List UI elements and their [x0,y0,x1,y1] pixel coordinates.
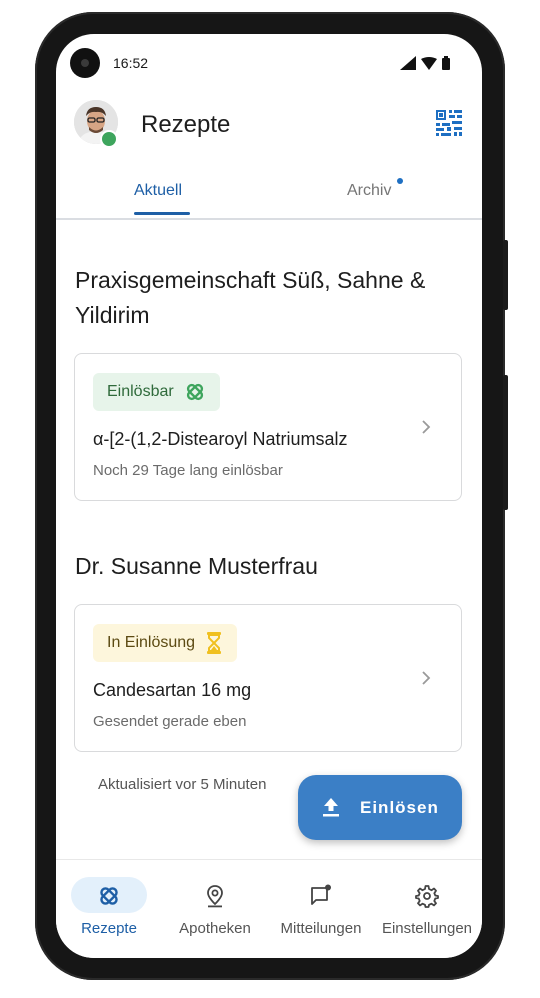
upload-icon [323,798,339,817]
status-badge: Einlösbar [93,373,220,411]
badge-label: Einlösbar [107,383,174,400]
card-medication-name: α-[2-(1,2-Distearoyl Natriumsalz [93,429,348,449]
prescription-card[interactable]: Einlösbar α-[2-(1,2-Distearoyl Natriumsa… [74,353,462,501]
pill-icon [100,887,118,905]
nav-active-indicator [71,877,147,913]
section-title-practice: Praxisgemeinschaft Süß, Sahne & Yildirim [75,267,426,328]
hourglass-icon [207,632,222,654]
status-badge: In Einlösung [93,624,238,662]
card-medication-name: Candesartan 16 mg [93,680,252,700]
app-screen: 16:52 Rezepte Aktuell Archiv Praxisgemei… [56,34,482,958]
message-icon [311,884,331,905]
nav-icon-container [283,877,359,913]
nav-label: Einstellungen [381,920,473,937]
qr-code-icon[interactable] [436,110,462,136]
location-pin-icon [207,885,223,908]
pill-icon [186,383,203,401]
status-icons [400,55,450,71]
tab-bar: Aktuell Archiv [56,164,482,220]
tab-active-indicator [134,212,190,215]
gear-icon [415,885,439,908]
tab-archiv-notification-dot [397,178,403,184]
nav-item-apotheken[interactable]: Apotheken [162,860,268,958]
page-title: Rezepte [141,111,231,138]
battery-icon [442,56,450,70]
status-time: 16:52 [113,55,149,71]
chevron-right-icon [422,671,431,685]
redeem-button-label: Einlösen [360,798,439,817]
nav-icon-container [389,877,465,913]
power-button [503,375,508,510]
chevron-right-icon [422,420,431,434]
bottom-navigation: Rezepte Apotheken Mitteilungen Einstellu… [56,859,482,958]
card-status-text: Noch 29 Tage lang einlösbar [93,462,283,479]
nav-item-einstellungen[interactable]: Einstellungen [374,860,480,958]
redeem-button[interactable]: Einlösen [298,775,462,840]
section-title-doctor: Dr. Susanne Musterfrau [75,553,318,579]
nav-label: Apotheken [179,920,251,937]
badge-label: In Einlösung [107,634,196,651]
nav-label: Mitteilungen [280,920,362,937]
nav-item-mitteilungen[interactable]: Mitteilungen [268,860,374,958]
tab-aktuell[interactable]: Aktuell [134,182,182,200]
volume-button [503,240,508,310]
app-header: Rezepte [56,100,482,158]
online-status-dot [100,130,118,148]
card-status-text: Gesendet gerade eben [93,713,247,730]
nav-item-rezepte[interactable]: Rezepte [56,860,162,958]
signal-icon [400,56,416,70]
prescription-card[interactable]: In Einlösung Candesartan 16 mg Gesendet … [74,604,462,752]
nav-label: Rezepte [81,920,137,937]
last-updated-text: Aktualisiert vor 5 Minuten [98,776,267,793]
wifi-icon [421,56,437,70]
nav-icon-container [177,877,253,913]
tab-archiv[interactable]: Archiv [347,182,391,200]
front-camera [70,48,100,78]
